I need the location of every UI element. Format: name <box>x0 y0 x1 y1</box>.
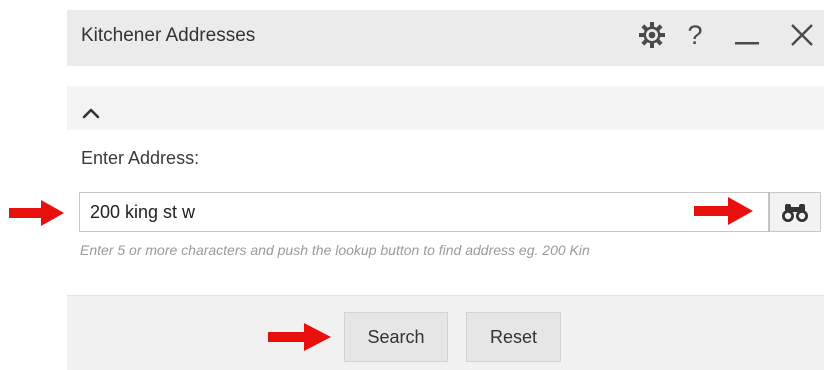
chevron-up-icon[interactable] <box>79 101 103 125</box>
minimize-icon[interactable] <box>732 18 762 52</box>
title-bar: Kitchener Addresses ? <box>67 10 824 66</box>
address-input[interactable] <box>79 192 769 232</box>
action-footer: Search Reset <box>67 295 824 370</box>
reset-button[interactable]: Reset <box>466 312 561 362</box>
collapse-section-bar <box>67 86 824 130</box>
lookup-button[interactable] <box>769 192 821 232</box>
address-widget-panel: Kitchener Addresses ? Enter Address: 200… <box>67 10 824 370</box>
red-arrow-icon <box>268 323 331 351</box>
binoculars-icon <box>782 204 808 222</box>
help-icon[interactable]: ? <box>682 18 708 52</box>
search-button[interactable]: Search <box>344 312 448 362</box>
gear-icon[interactable] <box>635 18 669 52</box>
close-icon[interactable] <box>786 18 818 52</box>
address-label: Enter Address: <box>81 148 200 168</box>
address-hint: Enter 5 or more characters and push the … <box>80 242 590 258</box>
red-arrow-icon <box>694 197 753 225</box>
red-arrow-icon <box>9 200 64 226</box>
window-title: Kitchener Addresses <box>81 25 256 46</box>
